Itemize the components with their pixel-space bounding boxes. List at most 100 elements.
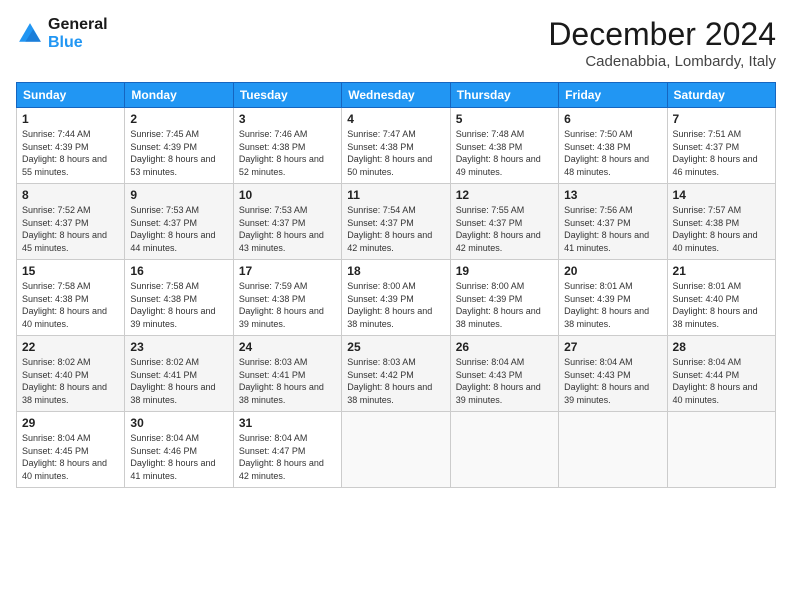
- day-info: Sunrise: 8:04 AM Sunset: 4:47 PM Dayligh…: [239, 432, 336, 482]
- day-info: Sunrise: 7:48 AM Sunset: 4:38 PM Dayligh…: [456, 128, 553, 178]
- day-number: 20: [564, 264, 661, 278]
- day-info: Sunrise: 7:58 AM Sunset: 4:38 PM Dayligh…: [130, 280, 227, 330]
- day-cell: 7 Sunrise: 7:51 AM Sunset: 4:37 PM Dayli…: [667, 108, 775, 184]
- day-number: 13: [564, 188, 661, 202]
- day-info: Sunrise: 7:47 AM Sunset: 4:38 PM Dayligh…: [347, 128, 444, 178]
- week-row-2: 8 Sunrise: 7:52 AM Sunset: 4:37 PM Dayli…: [17, 184, 776, 260]
- day-cell: 20 Sunrise: 8:01 AM Sunset: 4:39 PM Dayl…: [559, 260, 667, 336]
- day-number: 10: [239, 188, 336, 202]
- day-number: 5: [456, 112, 553, 126]
- day-number: 23: [130, 340, 227, 354]
- day-cell: 12 Sunrise: 7:55 AM Sunset: 4:37 PM Dayl…: [450, 184, 558, 260]
- day-info: Sunrise: 8:03 AM Sunset: 4:41 PM Dayligh…: [239, 356, 336, 406]
- day-info: Sunrise: 8:04 AM Sunset: 4:43 PM Dayligh…: [564, 356, 661, 406]
- day-cell: 22 Sunrise: 8:02 AM Sunset: 4:40 PM Dayl…: [17, 336, 125, 412]
- day-number: 4: [347, 112, 444, 126]
- header-row: SundayMondayTuesdayWednesdayThursdayFrid…: [17, 83, 776, 108]
- day-number: 16: [130, 264, 227, 278]
- day-cell: [667, 412, 775, 488]
- day-cell: 26 Sunrise: 8:04 AM Sunset: 4:43 PM Dayl…: [450, 336, 558, 412]
- day-number: 25: [347, 340, 444, 354]
- day-info: Sunrise: 8:02 AM Sunset: 4:40 PM Dayligh…: [22, 356, 119, 406]
- day-info: Sunrise: 7:52 AM Sunset: 4:37 PM Dayligh…: [22, 204, 119, 254]
- day-cell: 5 Sunrise: 7:48 AM Sunset: 4:38 PM Dayli…: [450, 108, 558, 184]
- day-cell: [559, 412, 667, 488]
- day-cell: 21 Sunrise: 8:01 AM Sunset: 4:40 PM Dayl…: [667, 260, 775, 336]
- day-cell: 28 Sunrise: 8:04 AM Sunset: 4:44 PM Dayl…: [667, 336, 775, 412]
- day-number: 12: [456, 188, 553, 202]
- day-cell: [450, 412, 558, 488]
- logo-icon: [16, 20, 44, 48]
- calendar-table: SundayMondayTuesdayWednesdayThursdayFrid…: [16, 82, 776, 488]
- col-header-sunday: Sunday: [17, 83, 125, 108]
- day-cell: 8 Sunrise: 7:52 AM Sunset: 4:37 PM Dayli…: [17, 184, 125, 260]
- day-cell: 31 Sunrise: 8:04 AM Sunset: 4:47 PM Dayl…: [233, 412, 341, 488]
- day-cell: 9 Sunrise: 7:53 AM Sunset: 4:37 PM Dayli…: [125, 184, 233, 260]
- title-block: December 2024 Cadenabbia, Lombardy, Ital…: [548, 16, 776, 70]
- page-container: General Blue December 2024 Cadenabbia, L…: [0, 0, 792, 496]
- day-info: Sunrise: 8:01 AM Sunset: 4:40 PM Dayligh…: [673, 280, 770, 330]
- day-number: 3: [239, 112, 336, 126]
- day-cell: 16 Sunrise: 7:58 AM Sunset: 4:38 PM Dayl…: [125, 260, 233, 336]
- day-cell: 30 Sunrise: 8:04 AM Sunset: 4:46 PM Dayl…: [125, 412, 233, 488]
- day-number: 8: [22, 188, 119, 202]
- day-cell: 18 Sunrise: 8:00 AM Sunset: 4:39 PM Dayl…: [342, 260, 450, 336]
- day-info: Sunrise: 8:01 AM Sunset: 4:39 PM Dayligh…: [564, 280, 661, 330]
- day-number: 28: [673, 340, 770, 354]
- day-cell: 4 Sunrise: 7:47 AM Sunset: 4:38 PM Dayli…: [342, 108, 450, 184]
- day-info: Sunrise: 7:46 AM Sunset: 4:38 PM Dayligh…: [239, 128, 336, 178]
- day-cell: 2 Sunrise: 7:45 AM Sunset: 4:39 PM Dayli…: [125, 108, 233, 184]
- day-cell: [342, 412, 450, 488]
- day-number: 15: [22, 264, 119, 278]
- day-info: Sunrise: 7:53 AM Sunset: 4:37 PM Dayligh…: [130, 204, 227, 254]
- col-header-monday: Monday: [125, 83, 233, 108]
- week-row-3: 15 Sunrise: 7:58 AM Sunset: 4:38 PM Dayl…: [17, 260, 776, 336]
- day-number: 31: [239, 416, 336, 430]
- week-row-1: 1 Sunrise: 7:44 AM Sunset: 4:39 PM Dayli…: [17, 108, 776, 184]
- day-cell: 1 Sunrise: 7:44 AM Sunset: 4:39 PM Dayli…: [17, 108, 125, 184]
- day-info: Sunrise: 8:03 AM Sunset: 4:42 PM Dayligh…: [347, 356, 444, 406]
- day-number: 1: [22, 112, 119, 126]
- day-number: 22: [22, 340, 119, 354]
- day-info: Sunrise: 8:04 AM Sunset: 4:44 PM Dayligh…: [673, 356, 770, 406]
- week-row-5: 29 Sunrise: 8:04 AM Sunset: 4:45 PM Dayl…: [17, 412, 776, 488]
- day-info: Sunrise: 8:00 AM Sunset: 4:39 PM Dayligh…: [456, 280, 553, 330]
- logo-text: General Blue: [48, 16, 108, 51]
- day-cell: 29 Sunrise: 8:04 AM Sunset: 4:45 PM Dayl…: [17, 412, 125, 488]
- day-cell: 10 Sunrise: 7:53 AM Sunset: 4:37 PM Dayl…: [233, 184, 341, 260]
- day-info: Sunrise: 8:04 AM Sunset: 4:45 PM Dayligh…: [22, 432, 119, 482]
- day-number: 26: [456, 340, 553, 354]
- day-number: 18: [347, 264, 444, 278]
- day-number: 14: [673, 188, 770, 202]
- day-cell: 24 Sunrise: 8:03 AM Sunset: 4:41 PM Dayl…: [233, 336, 341, 412]
- day-number: 24: [239, 340, 336, 354]
- day-info: Sunrise: 7:57 AM Sunset: 4:38 PM Dayligh…: [673, 204, 770, 254]
- day-cell: 17 Sunrise: 7:59 AM Sunset: 4:38 PM Dayl…: [233, 260, 341, 336]
- week-row-4: 22 Sunrise: 8:02 AM Sunset: 4:40 PM Dayl…: [17, 336, 776, 412]
- day-number: 17: [239, 264, 336, 278]
- day-number: 19: [456, 264, 553, 278]
- day-info: Sunrise: 7:50 AM Sunset: 4:38 PM Dayligh…: [564, 128, 661, 178]
- day-info: Sunrise: 7:54 AM Sunset: 4:37 PM Dayligh…: [347, 204, 444, 254]
- day-info: Sunrise: 7:58 AM Sunset: 4:38 PM Dayligh…: [22, 280, 119, 330]
- day-cell: 6 Sunrise: 7:50 AM Sunset: 4:38 PM Dayli…: [559, 108, 667, 184]
- day-info: Sunrise: 7:59 AM Sunset: 4:38 PM Dayligh…: [239, 280, 336, 330]
- header: General Blue December 2024 Cadenabbia, L…: [16, 16, 776, 70]
- day-cell: 3 Sunrise: 7:46 AM Sunset: 4:38 PM Dayli…: [233, 108, 341, 184]
- day-number: 2: [130, 112, 227, 126]
- day-number: 6: [564, 112, 661, 126]
- day-info: Sunrise: 7:55 AM Sunset: 4:37 PM Dayligh…: [456, 204, 553, 254]
- day-info: Sunrise: 8:04 AM Sunset: 4:43 PM Dayligh…: [456, 356, 553, 406]
- day-cell: 27 Sunrise: 8:04 AM Sunset: 4:43 PM Dayl…: [559, 336, 667, 412]
- location: Cadenabbia, Lombardy, Italy: [548, 53, 776, 70]
- day-cell: 25 Sunrise: 8:03 AM Sunset: 4:42 PM Dayl…: [342, 336, 450, 412]
- day-info: Sunrise: 8:00 AM Sunset: 4:39 PM Dayligh…: [347, 280, 444, 330]
- day-number: 27: [564, 340, 661, 354]
- day-number: 30: [130, 416, 227, 430]
- day-info: Sunrise: 8:04 AM Sunset: 4:46 PM Dayligh…: [130, 432, 227, 482]
- day-cell: 11 Sunrise: 7:54 AM Sunset: 4:37 PM Dayl…: [342, 184, 450, 260]
- col-header-tuesday: Tuesday: [233, 83, 341, 108]
- day-number: 11: [347, 188, 444, 202]
- month-title: December 2024: [548, 16, 776, 53]
- day-number: 9: [130, 188, 227, 202]
